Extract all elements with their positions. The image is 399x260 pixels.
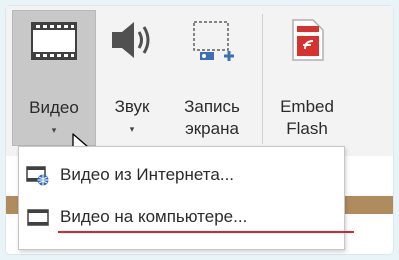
video-on-computer-icon xyxy=(26,207,50,234)
flash-document-icon xyxy=(281,14,333,72)
online-video-icon xyxy=(26,165,50,192)
video-button-label: Видео xyxy=(29,98,79,117)
screen-recording-button-label: Запись экрана xyxy=(184,97,240,138)
embed-flash-button[interactable]: Embed Flash xyxy=(268,10,346,146)
highlight-underline xyxy=(58,231,354,233)
audio-button[interactable]: Звук ▾ xyxy=(100,10,164,146)
menu-item-video-on-computer[interactable]: Видео на компьютере... xyxy=(20,199,354,235)
video-button[interactable]: Видео ▾ xyxy=(12,10,96,146)
speaker-icon xyxy=(106,14,158,72)
video-dropdown-menu: Видео из Интернета... Видео на компьютер… xyxy=(18,146,354,250)
ribbon-separator xyxy=(262,14,263,144)
chevron-down-icon: ▾ xyxy=(129,124,135,134)
screen-recording-icon xyxy=(186,14,238,72)
screen-recording-button[interactable]: Запись экрана xyxy=(168,10,256,146)
menu-item-online-video[interactable]: Видео из Интернета... xyxy=(20,157,343,193)
film-strip-icon xyxy=(28,15,80,73)
menu-item-video-on-computer-label: Видео на компьютере... xyxy=(60,207,248,226)
menu-item-online-video-label: Видео из Интернета... xyxy=(60,165,235,184)
embed-flash-button-label: Embed Flash xyxy=(280,97,334,138)
audio-button-label: Звук xyxy=(114,97,150,116)
